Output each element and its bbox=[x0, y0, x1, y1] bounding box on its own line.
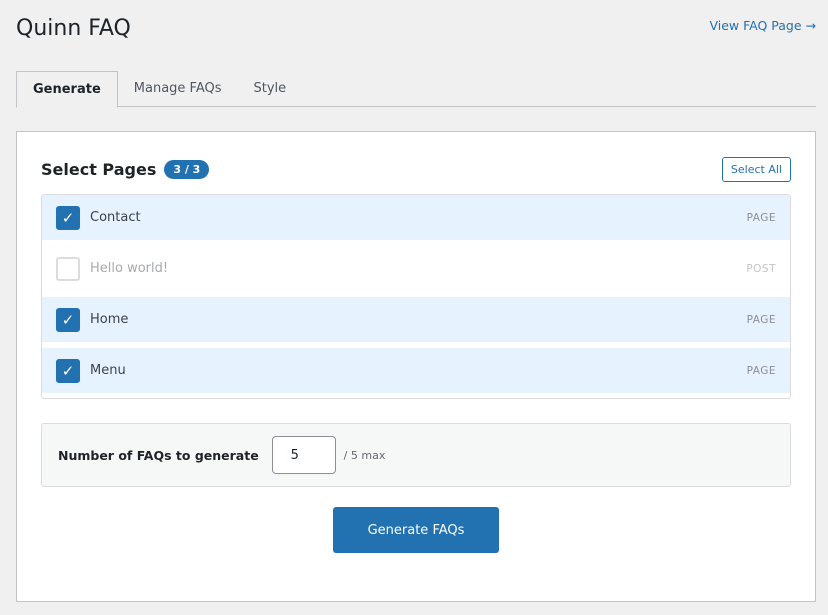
list-item[interactable]: Hello world! POST bbox=[42, 246, 790, 291]
select-all-button[interactable]: Select All bbox=[721, 157, 791, 182]
view-faq-page-link[interactable]: View FAQ Page → bbox=[709, 18, 816, 33]
item-type: PAGE bbox=[746, 211, 776, 224]
selected-count-badge: 3 / 3 bbox=[164, 160, 210, 179]
checkbox-unchecked-icon[interactable] bbox=[56, 256, 80, 281]
tab-style[interactable]: Style bbox=[238, 71, 303, 107]
list-item[interactable]: ✓ Home PAGE bbox=[42, 297, 790, 342]
item-type: POST bbox=[746, 262, 776, 275]
list-item[interactable]: ✓ Contact PAGE bbox=[42, 195, 790, 240]
item-label: Home bbox=[90, 312, 129, 327]
select-pages-title: Select Pages bbox=[41, 160, 157, 179]
item-label: Menu bbox=[90, 363, 126, 378]
faq-count-section: Number of FAQs to generate / 5 max bbox=[41, 423, 791, 487]
checkbox-checked-icon[interactable]: ✓ bbox=[56, 205, 80, 230]
tab-manage-faqs[interactable]: Manage FAQs bbox=[118, 71, 238, 107]
tab-generate[interactable]: Generate bbox=[16, 71, 118, 108]
item-label: Hello world! bbox=[90, 261, 169, 276]
tab-bar: Generate Manage FAQs Style bbox=[16, 71, 816, 108]
page-title: Quinn FAQ bbox=[16, 16, 131, 41]
generate-faqs-button[interactable]: Generate FAQs bbox=[333, 507, 499, 553]
item-type: PAGE bbox=[746, 313, 776, 326]
item-type: PAGE bbox=[746, 364, 776, 377]
list-item[interactable]: ✓ Menu PAGE bbox=[42, 348, 790, 393]
faq-count-label: Number of FAQs to generate bbox=[58, 447, 259, 463]
faq-count-max: / 5 max bbox=[343, 448, 386, 462]
select-pages-heading: Select Pages 3 / 3 bbox=[41, 160, 210, 179]
pages-list: ✓ Contact PAGE Hello world! POST ✓ Home … bbox=[41, 194, 791, 399]
checkbox-checked-icon[interactable]: ✓ bbox=[56, 358, 80, 383]
faq-count-input[interactable] bbox=[271, 436, 336, 474]
generate-panel: Select Pages 3 / 3 Select All ✓ Contact … bbox=[16, 131, 816, 602]
item-label: Contact bbox=[90, 210, 141, 225]
checkbox-checked-icon[interactable]: ✓ bbox=[56, 307, 80, 332]
